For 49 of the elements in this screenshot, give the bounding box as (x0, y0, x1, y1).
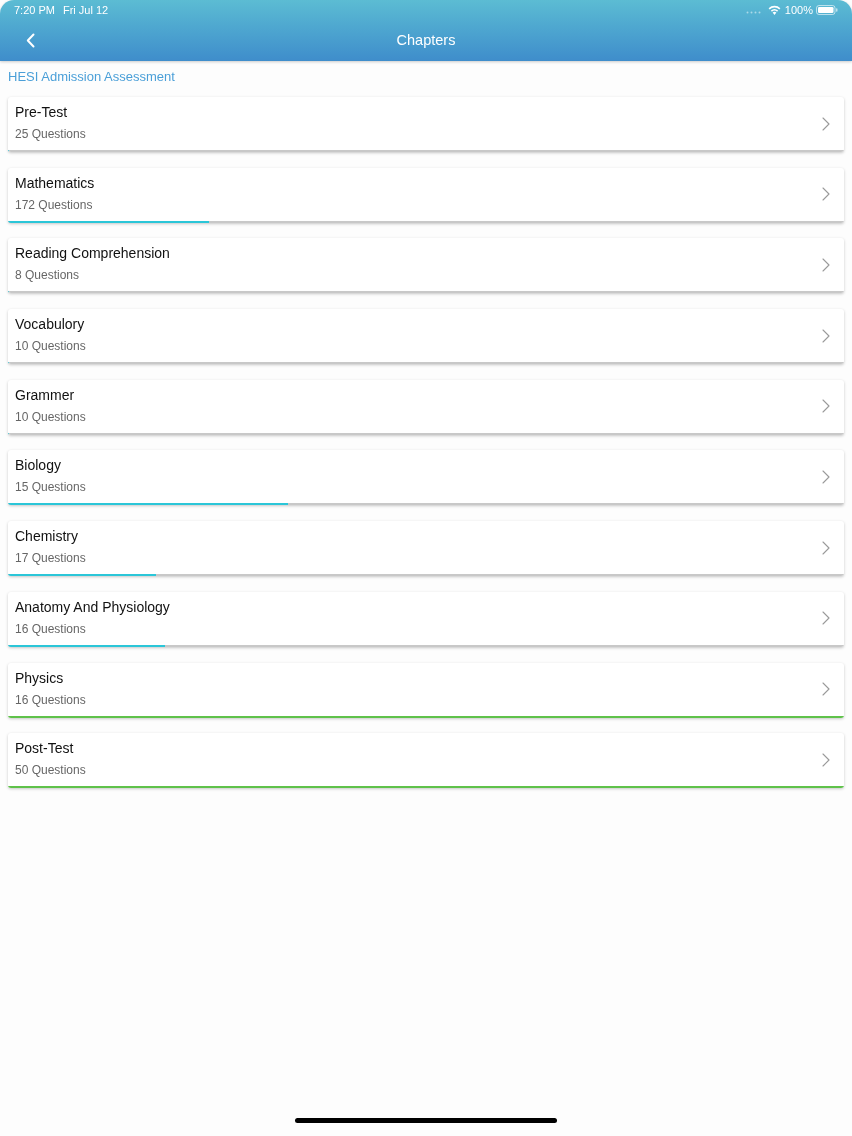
wifi-icon (767, 5, 781, 15)
chevron-right-icon (822, 469, 830, 484)
question-count: 16 Questions (15, 691, 86, 708)
chevron-right-icon (822, 116, 830, 131)
screen-title: Chapters (396, 30, 456, 50)
chevron-right-icon (822, 257, 830, 272)
chapter-row[interactable]: Post-Test 50 Questions (8, 733, 844, 789)
status-time: 7:20 PM (14, 2, 55, 18)
battery-icon (816, 5, 838, 15)
chapter-title: Biology (15, 456, 61, 475)
chapter-row[interactable]: Reading Comprehension 8 Questions (8, 238, 844, 294)
chapter-row[interactable]: Chemistry 17 Questions (8, 521, 844, 577)
section-title: HESI Admission Assessment (8, 68, 175, 87)
chapter-row[interactable]: Anatomy And Physiology 16 Questions (8, 591, 844, 647)
chapter-title: Reading Comprehension (15, 244, 170, 263)
chapter-title: Post-Test (15, 739, 74, 758)
chapter-title: Grammer (15, 385, 75, 404)
chapter-row[interactable]: Biology 15 Questions (8, 450, 844, 506)
chevron-right-icon (822, 540, 830, 555)
chapter-title: Chemistry (15, 527, 78, 546)
chevron-right-icon (822, 187, 830, 202)
signal-dots-icon (745, 10, 762, 14)
chapter-row[interactable]: Mathematics 172 Questions (8, 167, 844, 223)
status-date: Fri Jul 12 (62, 2, 109, 18)
chevron-right-icon (822, 682, 830, 696)
chapter-row[interactable]: Pre-Test 25 Questions (8, 97, 844, 152)
chevron-right-icon (822, 611, 830, 626)
chapter-row[interactable]: Physics 16 Questions (8, 662, 844, 718)
chevron-right-icon (822, 752, 830, 767)
battery-percent: 100% (784, 2, 813, 18)
question-count: 50 Questions (15, 762, 86, 779)
chapter-title: Physics (15, 668, 64, 687)
chapter-row[interactable]: Vocabulory 10 Questions (8, 309, 844, 365)
chapter-title: Mathematics (15, 173, 95, 192)
chapter-title: Pre-Test (15, 103, 68, 121)
question-count: 25 Questions (15, 126, 86, 142)
question-count: 15 Questions (15, 479, 86, 496)
chevron-right-icon (822, 399, 830, 414)
question-count: 10 Questions (15, 408, 86, 425)
chapter-title: Vocabulory (15, 315, 85, 334)
question-count: 16 Questions (15, 620, 86, 637)
question-count: 17 Questions (15, 550, 86, 567)
chapter-row[interactable]: Grammer 10 Questions (8, 379, 844, 435)
chapter-title: Anatomy And Physiology (15, 597, 170, 616)
question-count: 10 Questions (15, 338, 86, 355)
back-chevron-icon (25, 33, 35, 48)
question-count: 8 Questions (15, 267, 80, 284)
chevron-right-icon (822, 328, 830, 343)
question-count: 172 Questions (15, 196, 93, 213)
